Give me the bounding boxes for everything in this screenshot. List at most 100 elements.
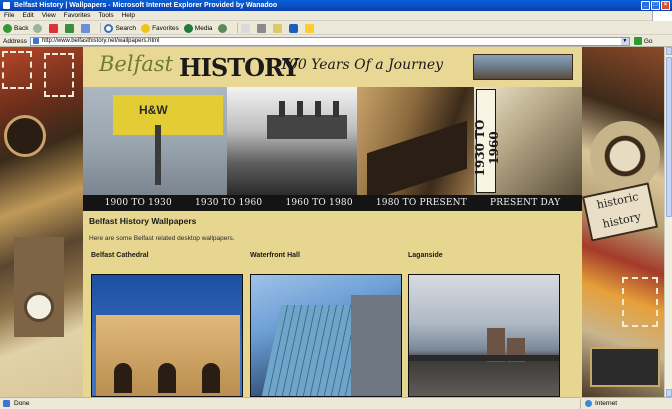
zone-label: Internet [595,400,618,407]
logo-tagline: 100 Years Of a Journey [280,57,444,73]
window-title-bar[interactable]: Belfast History | Wallpapers - Microsoft… [0,0,672,11]
globe-icon [585,400,592,407]
stop-button[interactable] [49,23,60,33]
logo-belfast[interactable]: Belfast [99,52,173,76]
scroll-up-icon[interactable] [666,47,672,55]
forward-arrow-icon [33,23,43,33]
refresh-icon [65,23,75,33]
era-photo: 1930 TO 1960 [474,87,582,195]
ship-hull-photo [357,87,474,195]
menu-edit[interactable]: Edit [22,11,33,20]
stamp-image [622,277,658,327]
home-icon [81,23,91,33]
stamp-image [2,51,32,89]
back-label: Back [14,24,29,32]
refresh-button[interactable] [65,23,76,33]
scroll-down-icon[interactable] [666,389,672,397]
menu-help[interactable]: Help [122,11,135,20]
printer-icon [256,23,266,33]
address-label: Address [3,37,27,45]
home-button[interactable] [81,23,92,33]
address-input[interactable]: http://www.belfasthistory.net/wallpapers… [29,36,630,46]
wallpaper-thumbnail[interactable] [250,274,402,397]
shipyard-photo: H&W [83,87,227,195]
back-arrow-icon [3,23,12,33]
stamp-image [44,53,74,97]
ship-funnel [315,101,321,117]
ship-hull [367,120,467,195]
ship-funnel [333,101,339,117]
clock-icon [590,121,660,191]
era-label-text: 1930 TO 1960 [474,119,501,177]
wallpaper-label: Belfast Cathedral [91,252,149,259]
mail-button[interactable] [240,23,252,33]
print-button[interactable] [256,23,268,33]
site-banner: Belfast HISTORY 100 Years Of a Journey [83,47,582,87]
forward-button[interactable] [33,23,44,33]
back-button[interactable]: Back [3,23,29,33]
mail-icon [240,23,250,33]
go-button[interactable]: Go [633,37,653,45]
bridge-shape [409,355,559,361]
address-url: http://www.belfasthistory.net/wallpapers… [41,38,160,44]
building-wall [351,295,401,396]
nav-1900-1930[interactable]: 1900 TO 1930 [105,198,172,208]
bluetooth-icon [288,23,298,33]
header-photo-strip: H&W 1930 TO 1960 [83,87,582,195]
messenger-icon [304,23,314,33]
bluetooth-button[interactable] [288,23,300,33]
search-button[interactable]: Search [104,23,136,33]
page-intro: Here are some Belfast related desktop wa… [89,235,235,242]
crane-text: H&W [139,103,168,117]
vertical-scrollbar[interactable] [664,47,672,397]
ship-funnel [279,101,285,117]
edit-button[interactable] [272,23,284,33]
edit-icon [272,23,282,33]
menu-favorites[interactable]: Favorites [64,11,91,20]
historic-history-badge: historic history [582,182,659,242]
wallpaper-item: Laganside [406,252,560,397]
cathedral-window [114,363,132,393]
nav-1930-1960[interactable]: 1930 TO 1960 [195,198,262,208]
cathedral-window [158,363,176,393]
nav-1980-present[interactable]: 1980 TO PRESENT [376,198,467,208]
crane-gantry [113,95,223,135]
minimize-button[interactable]: _ [641,1,650,10]
wallpaper-item: Waterfront Hall [248,252,402,397]
messenger-button[interactable] [304,23,316,33]
menu-file[interactable]: File [4,11,14,20]
close-button[interactable]: × [661,1,670,10]
toolbar: Back Search Favorites Media [0,22,672,35]
search-icon [104,23,114,33]
page-viewport[interactable]: Belfast HISTORY 100 Years Of a Journey H… [0,47,664,397]
menu-view[interactable]: View [42,11,56,20]
nav-1960-1980[interactable]: 1960 TO 1980 [285,198,352,208]
go-arrow-icon [633,37,642,45]
scrollbar-thumb[interactable] [666,57,672,217]
wallpaper-thumbnail[interactable] [408,274,560,397]
wallpaper-thumbnail[interactable] [91,274,243,397]
wallpaper-item: Belfast Cathedral [89,252,243,397]
favorites-button[interactable]: Favorites [141,23,179,33]
menu-tools[interactable]: Tools [98,11,113,20]
history-icon [217,23,227,33]
maximize-button[interactable]: □ [651,1,660,10]
media-button[interactable]: Media [183,23,213,33]
address-dropdown-icon[interactable]: ▼ [620,37,629,45]
security-zone[interactable]: Internet [580,398,618,409]
crane-leg [155,125,161,185]
wallpaper-label: Waterfront Hall [250,252,300,259]
clock-icon [4,115,46,157]
menu-bar: File Edit View Favorites Tools Help [0,11,672,21]
banner-photo [473,54,573,80]
stop-icon [49,23,59,33]
ship-funnel [297,101,303,117]
ship-shape [267,115,347,139]
era-nav: 1900 TO 1930 1930 TO 1960 1960 TO 1980 1… [83,195,582,211]
cathedral-facade [96,315,240,396]
nav-present-day[interactable]: PRESENT DAY [490,198,560,208]
history-button[interactable] [217,23,229,33]
toolbar-separator [236,23,238,33]
clock-tower-image [14,237,64,337]
status-bar: Done Internet [0,397,672,409]
